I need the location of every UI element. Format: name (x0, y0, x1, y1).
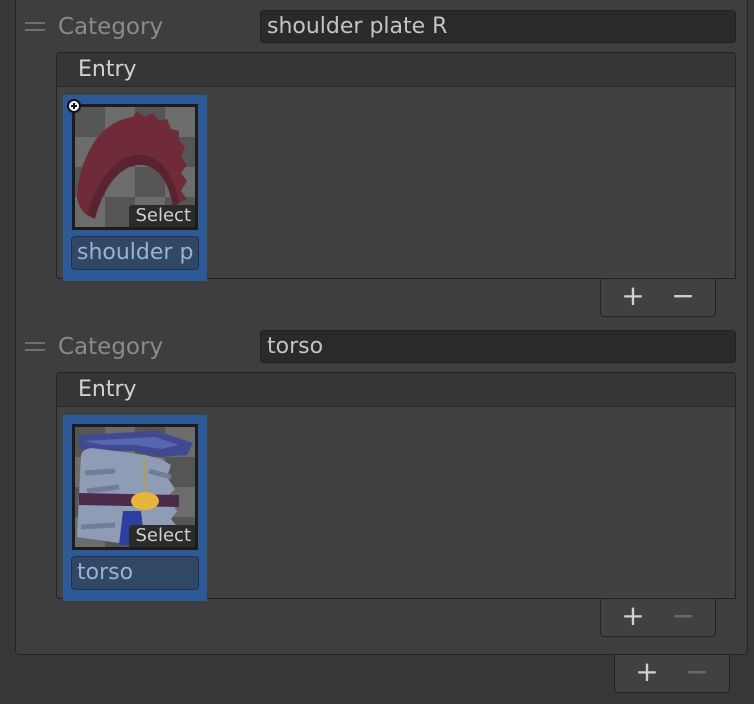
entry-list-panel: Entry Select shoulder p (56, 52, 736, 281)
add-category-button[interactable]: + (627, 655, 667, 689)
entry-name-field[interactable]: shoulder p (71, 236, 199, 270)
category-name-input[interactable]: shoulder plate R (260, 10, 736, 43)
category-name-input[interactable]: torso (260, 330, 736, 363)
remove-entry-button[interactable]: − (663, 279, 703, 313)
category-list-footer: + − (614, 655, 730, 693)
entry-list-header: Entry (57, 373, 735, 407)
remove-category-button[interactable]: − (677, 655, 717, 689)
entry-tile[interactable]: Select shoulder p (63, 95, 207, 281)
entry-list-footer: + − (600, 599, 716, 637)
entry-name-field[interactable]: torso (71, 556, 199, 590)
drag-handle-icon[interactable] (25, 22, 45, 31)
entry-list-footer: + − (600, 279, 716, 317)
sprite-thumbnail[interactable]: Select (72, 104, 198, 230)
drag-handle-icon[interactable] (25, 342, 45, 351)
entry-list-header: Entry (57, 53, 735, 87)
add-entry-button[interactable]: + (613, 599, 653, 633)
category-label: Category (58, 334, 164, 360)
select-sprite-button[interactable]: Select (129, 525, 195, 547)
add-entry-button[interactable]: + (613, 279, 653, 313)
sprite-thumbnail[interactable]: Select (72, 424, 198, 550)
select-sprite-button[interactable]: Select (129, 205, 195, 227)
entry-tile[interactable]: Select torso (63, 415, 207, 601)
remove-entry-button[interactable]: − (663, 599, 703, 633)
entry-list-panel: Entry Select torso (56, 372, 736, 601)
category-label: Category (58, 14, 164, 40)
add-cursor-icon (67, 99, 81, 113)
